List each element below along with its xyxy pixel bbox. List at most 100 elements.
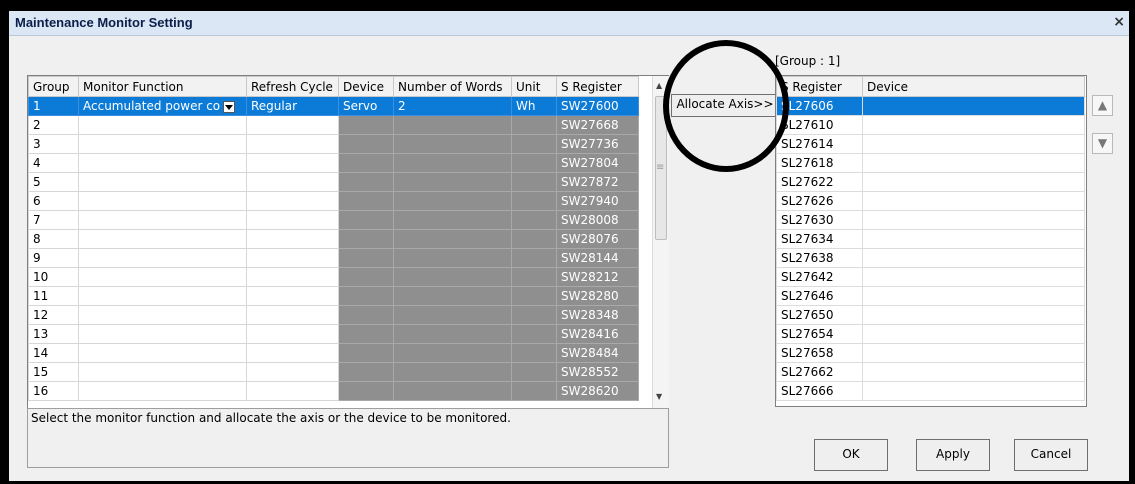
column-header[interactable]: Device (862, 76, 1085, 97)
monitor-function-cell[interactable] (78, 286, 247, 306)
refresh-cycle-cell[interactable] (246, 305, 339, 325)
monitor-function-cell[interactable] (78, 153, 247, 173)
device-cell[interactable] (862, 305, 1085, 325)
refresh-cycle-cell[interactable] (246, 115, 339, 135)
refresh-cycle-cell[interactable] (246, 343, 339, 363)
column-header[interactable]: Unit (511, 76, 557, 97)
monitor-function-cell[interactable] (78, 191, 247, 211)
apply-button[interactable]: Apply (916, 439, 990, 471)
table-row[interactable]: 4 SW27804 (28, 153, 639, 173)
device-cell[interactable] (862, 134, 1085, 154)
monitor-function-cell[interactable] (78, 134, 247, 154)
table-row[interactable]: SL27634 (776, 229, 1085, 249)
monitor-function-cell[interactable] (78, 172, 247, 192)
refresh-cycle-cell[interactable] (246, 362, 339, 382)
monitor-function-cell[interactable] (78, 343, 247, 363)
monitor-function-cell[interactable] (78, 305, 247, 325)
table-row[interactable]: 8 SW28076 (28, 229, 639, 249)
table-row[interactable]: SL27642 (776, 267, 1085, 287)
monitor-function-cell[interactable] (78, 324, 247, 344)
refresh-cycle-cell[interactable] (246, 153, 339, 173)
device-cell[interactable] (862, 191, 1085, 211)
refresh-cycle-cell[interactable] (246, 172, 339, 192)
refresh-cycle-cell[interactable] (246, 229, 339, 249)
monitor-function-cell[interactable] (78, 381, 247, 401)
refresh-cycle-cell[interactable] (246, 134, 339, 154)
refresh-cycle-cell[interactable] (246, 191, 339, 211)
device-cell[interactable] (862, 343, 1085, 363)
table-row[interactable]: 9 SW28144 (28, 248, 639, 268)
device-cell[interactable] (862, 248, 1085, 268)
cancel-button[interactable]: Cancel (1014, 439, 1088, 471)
chevron-down-icon[interactable] (223, 100, 236, 113)
table-row[interactable]: SL27614 (776, 134, 1085, 154)
monitor-function-cell[interactable] (78, 267, 247, 287)
column-header[interactable]: Number of Words (393, 76, 512, 97)
column-header[interactable]: S Register (556, 76, 639, 97)
table-row[interactable]: 15 SW28552 (28, 362, 639, 382)
table-row[interactable]: SL27638 (776, 248, 1085, 268)
table-row[interactable]: SL27658 (776, 343, 1085, 363)
move-up-button[interactable]: ▲ (1092, 95, 1113, 116)
table-row[interactable]: 11 SW28280 (28, 286, 639, 306)
table-row[interactable]: 1 Accumulated power co Regular Servo 2 W… (28, 96, 639, 116)
scroll-up-icon[interactable]: ▲ (656, 81, 662, 90)
table-row[interactable]: SL27666 (776, 381, 1085, 401)
device-cell[interactable] (862, 267, 1085, 287)
monitor-function-select[interactable]: Accumulated power co (78, 96, 247, 116)
monitor-function-cell[interactable] (78, 362, 247, 382)
column-header[interactable]: Device (338, 76, 394, 97)
refresh-cycle-cell[interactable] (246, 286, 339, 306)
table-row[interactable]: SL27654 (776, 324, 1085, 344)
allocate-axis-button[interactable]: Allocate Axis>> (671, 94, 779, 117)
table-row[interactable]: 6 SW27940 (28, 191, 639, 211)
table-row[interactable]: SL27630 (776, 210, 1085, 230)
grid-scrollbar[interactable]: ▲ ≡ ▼ (652, 76, 669, 408)
close-icon[interactable]: × (1113, 14, 1125, 30)
table-row[interactable]: SL27650 (776, 305, 1085, 325)
device-cell[interactable]: Servo (338, 96, 394, 116)
column-header[interactable]: Refresh Cycle (246, 76, 339, 97)
monitor-function-cell[interactable] (78, 115, 247, 135)
monitor-function-cell[interactable] (78, 210, 247, 230)
refresh-cycle-cell[interactable] (246, 381, 339, 401)
monitor-function-cell[interactable] (78, 248, 247, 268)
table-row[interactable]: SL27662 (776, 362, 1085, 382)
table-row[interactable]: 2 SW27668 (28, 115, 639, 135)
table-row[interactable]: SL27646 (776, 286, 1085, 306)
device-cell[interactable] (862, 229, 1085, 249)
monitor-function-cell[interactable] (78, 229, 247, 249)
table-row[interactable]: 3 SW27736 (28, 134, 639, 154)
device-cell[interactable] (862, 153, 1085, 173)
scroll-down-icon[interactable]: ▼ (656, 392, 662, 401)
device-cell[interactable] (862, 286, 1085, 306)
table-row[interactable]: SL27618 (776, 153, 1085, 173)
column-header[interactable]: Monitor Function (78, 76, 247, 97)
device-cell[interactable] (862, 381, 1085, 401)
table-row[interactable]: 5 SW27872 (28, 172, 639, 192)
table-row[interactable]: SL27626 (776, 191, 1085, 211)
column-header[interactable]: Group (28, 76, 79, 97)
refresh-cycle-cell[interactable]: Regular (246, 96, 339, 116)
number-of-words-cell[interactable]: 2 (393, 96, 512, 116)
table-row[interactable]: 10 SW28212 (28, 267, 639, 287)
ok-button[interactable]: OK (814, 439, 888, 471)
table-row[interactable]: SL27622 (776, 172, 1085, 192)
unit-cell[interactable]: Wh (511, 96, 557, 116)
refresh-cycle-cell[interactable] (246, 210, 339, 230)
table-row[interactable]: 7 SW28008 (28, 210, 639, 230)
table-row[interactable]: SL27606 (776, 96, 1085, 116)
table-row[interactable]: SL27610 (776, 115, 1085, 135)
refresh-cycle-cell[interactable] (246, 324, 339, 344)
column-header[interactable]: S Register (776, 76, 863, 97)
device-cell[interactable] (862, 324, 1085, 344)
table-row[interactable]: 14 SW28484 (28, 343, 639, 363)
device-cell[interactable] (862, 362, 1085, 382)
move-down-button[interactable]: ▼ (1092, 133, 1113, 154)
device-cell[interactable] (862, 115, 1085, 135)
table-row[interactable]: 16 SW28620 (28, 381, 639, 401)
refresh-cycle-cell[interactable] (246, 248, 339, 268)
device-cell[interactable] (862, 172, 1085, 192)
refresh-cycle-cell[interactable] (246, 267, 339, 287)
device-cell[interactable] (862, 96, 1085, 116)
